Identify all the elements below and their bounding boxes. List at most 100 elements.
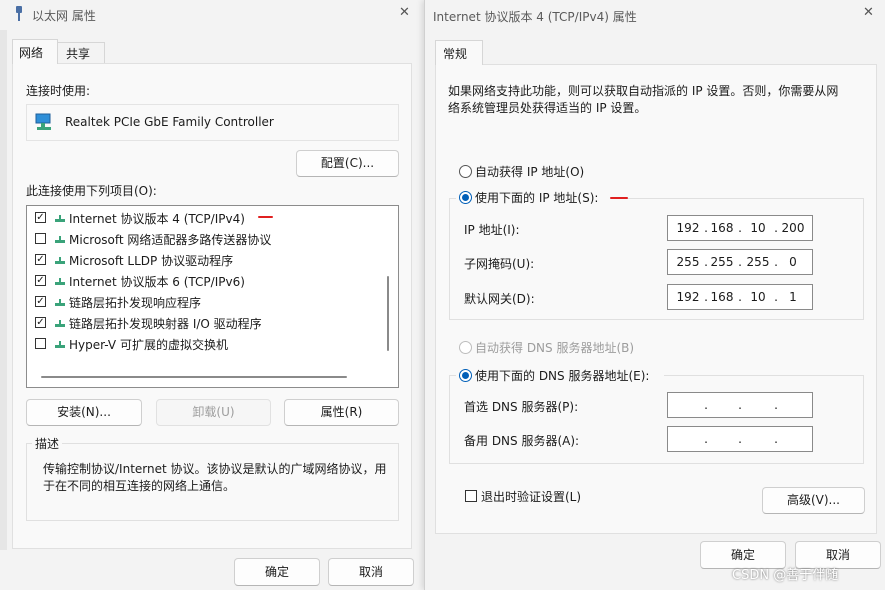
protocol-icon [55, 341, 65, 348]
protocol-icon [55, 236, 65, 243]
ipv4-properties-dialog: Internet 协议版本 4 (TCP/IPv4) 属性 ✕ 常规 如果网络支… [424, 0, 885, 590]
preferred-dns-field[interactable]: . . . [667, 392, 813, 418]
list-item[interactable]: Hyper-V 可扩展的虚拟交换机 [27, 333, 377, 353]
mask-octet-2: 255 [710, 255, 734, 269]
annotation-mark [258, 216, 273, 218]
ethernet-properties-dialog: 以太网 属性 ✕ 网络 共享 连接时使用: Realtek PCIe GbE F… [0, 0, 424, 590]
dns-dot: . [704, 398, 708, 412]
watermark: CSDN @善于伴随 [732, 568, 839, 583]
gw-octet-3: 10 [750, 290, 766, 304]
item-label: 链路层拓扑发现映射器 I/O 驱动程序 [69, 317, 262, 331]
gateway-label: 默认网关(D): [464, 292, 535, 306]
tab-network[interactable]: 网络 [12, 39, 58, 64]
item-checkbox[interactable] [35, 233, 46, 244]
gw-octet-4: 1 [789, 290, 797, 304]
dialog-title: Internet 协议版本 4 (TCP/IPv4) 属性 [433, 10, 637, 24]
ip-octet-1: 192 [676, 221, 700, 235]
network-adapter-icon [35, 113, 55, 131]
manual-dns-label[interactable]: 使用下面的 DNS 服务器地址(E): [475, 367, 649, 384]
preferred-dns-label: 首选 DNS 服务器(P): [464, 400, 579, 414]
manual-ip-radio[interactable] [459, 191, 472, 204]
uninstall-button[interactable]: 卸载(U) [156, 399, 271, 426]
window-edge-strip [0, 30, 7, 550]
ok-button[interactable]: 确定 [234, 558, 320, 586]
dns-dot: . [774, 398, 778, 412]
validate-checkbox[interactable] [465, 490, 477, 502]
intro-text-line2: 络系统管理员处获得适当的 IP 设置。 [448, 101, 647, 115]
cancel-button[interactable]: 取消 [328, 558, 414, 586]
mask-octet-1: 255 [676, 255, 700, 269]
auto-ip-label[interactable]: 自动获得 IP 地址(O) [475, 163, 584, 180]
list-item[interactable]: ✓ 链路层拓扑发现响应程序 [27, 291, 377, 311]
dns-dot: . [704, 432, 708, 446]
manual-ip-row: 使用下面的 IP 地址(S): [456, 188, 614, 206]
item-label: Hyper-V 可扩展的虚拟交换机 [69, 338, 228, 352]
tab-panel-general: 如果网络支持此功能，则可以获取自动指派的 IP 设置。否则，你需要从网 络系统管… [435, 64, 877, 534]
protocol-icon [55, 278, 65, 285]
item-checkbox[interactable]: ✓ [35, 296, 46, 307]
alternate-dns-field[interactable]: . . . [667, 426, 813, 452]
tab-general[interactable]: 常规 [435, 40, 483, 65]
item-label: Internet 协议版本 6 (TCP/IPv6) [69, 275, 245, 289]
dns-dot: . [738, 398, 742, 412]
gw-octet-1: 192 [676, 290, 700, 304]
ip-octet-3: 10 [750, 221, 766, 235]
item-checkbox[interactable]: ✓ [35, 254, 46, 265]
tab-network-label: 网络 [19, 46, 44, 60]
alternate-dns-label: 备用 DNS 服务器(A): [464, 434, 580, 448]
adapter-name: Realtek PCIe GbE Family Controller [65, 115, 274, 129]
item-checkbox[interactable]: ✓ [35, 212, 46, 223]
subnet-mask-label: 子网掩码(U): [464, 257, 535, 271]
gw-dot: . [738, 290, 742, 304]
tab-general-label: 常规 [443, 47, 468, 61]
tab-sharing-label: 共享 [66, 47, 91, 61]
list-item[interactable]: Microsoft 网络适配器多路传送器协议 [27, 228, 377, 248]
description-text-line1: 传输控制协议/Internet 协议。该协议是默认的广域网络协议，用 [43, 462, 387, 476]
manual-dns-row: 使用下面的 DNS 服务器地址(E): [456, 366, 664, 384]
horizontal-scrollbar[interactable] [41, 376, 347, 378]
protocol-icon [55, 299, 65, 306]
list-item[interactable]: ✓ 链路层拓扑发现映射器 I/O 驱动程序 [27, 312, 377, 332]
item-label: 链路层拓扑发现响应程序 [69, 296, 202, 310]
mask-octet-3: 255 [746, 255, 770, 269]
connect-using-label: 连接时使用: [26, 84, 91, 98]
tab-sharing[interactable]: 共享 [58, 42, 105, 63]
mask-dot: . [738, 255, 742, 269]
install-button[interactable]: 安装(N)... [26, 399, 142, 426]
list-item[interactable]: ✓ Internet 协议版本 6 (TCP/IPv6) [27, 270, 377, 290]
vertical-scrollbar[interactable] [387, 276, 389, 351]
list-item[interactable]: ✓ Microsoft LLDP 协议驱动程序 [27, 249, 377, 269]
gateway-field[interactable]: 192 . 168 . 10 . 1 [667, 284, 813, 310]
tab-panel-network: 连接时使用: Realtek PCIe GbE Family Controlle… [12, 63, 412, 549]
item-label: Microsoft 网络适配器多路传送器协议 [69, 233, 272, 247]
subnet-mask-field[interactable]: 255 . 255 . 255 . 0 [667, 249, 813, 275]
list-item[interactable]: ✓ Internet 协议版本 4 (TCP/IPv4) [27, 207, 377, 227]
properties-button[interactable]: 属性(R) [284, 399, 399, 426]
auto-dns-label[interactable]: 自动获得 DNS 服务器地址(B) [475, 339, 634, 356]
validate-label[interactable]: 退出时验证设置(L) [481, 488, 581, 505]
advanced-button[interactable]: 高级(V)... [762, 487, 865, 514]
item-label: Internet 协议版本 4 (TCP/IPv4) [69, 212, 245, 226]
ip-address-field[interactable]: 192 . 168 . 10 . 200 [667, 215, 813, 241]
dns-dot: . [738, 432, 742, 446]
ip-octet-4: 200 [781, 221, 805, 235]
configure-button[interactable]: 配置(C)... [296, 150, 399, 177]
dns-dot: . [774, 432, 778, 446]
auto-ip-radio[interactable] [459, 165, 472, 178]
adapter-box: Realtek PCIe GbE Family Controller [26, 104, 399, 141]
item-checkbox[interactable] [35, 338, 46, 349]
description-group: 传输控制协议/Internet 协议。该协议是默认的广域网络协议，用 于在不同的… [26, 443, 399, 521]
description-label: 描述 [32, 435, 63, 452]
manual-dns-radio[interactable] [459, 369, 472, 382]
close-icon[interactable]: ✕ [399, 5, 410, 20]
ip-dot: . [738, 221, 742, 235]
manual-ip-label[interactable]: 使用下面的 IP 地址(S): [475, 189, 598, 206]
components-list[interactable]: ✓ Internet 协议版本 4 (TCP/IPv4) Microsoft 网… [26, 205, 399, 388]
close-icon[interactable]: ✕ [863, 5, 874, 20]
auto-dns-radio[interactable] [459, 341, 472, 354]
item-checkbox[interactable]: ✓ [35, 275, 46, 286]
items-label: 此连接使用下列项目(O): [26, 184, 157, 198]
mask-octet-4: 0 [789, 255, 797, 269]
ip-octet-2: 168 [710, 221, 734, 235]
item-checkbox[interactable]: ✓ [35, 317, 46, 328]
